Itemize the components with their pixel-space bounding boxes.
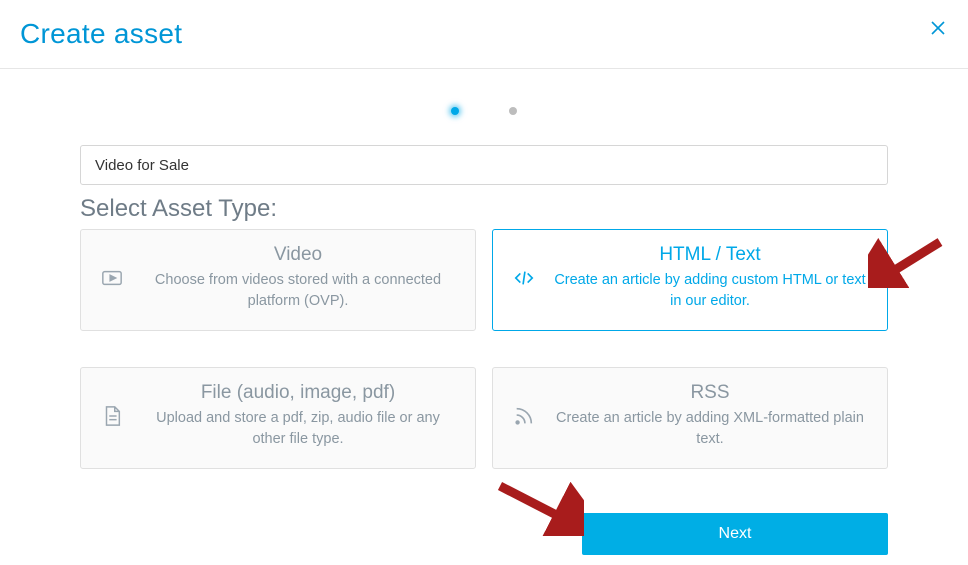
type-desc: Create an article by adding custom HTML …	[551, 270, 869, 312]
type-title: File (audio, image, pdf)	[139, 382, 457, 404]
section-label: Select Asset Type:	[80, 195, 888, 223]
type-text: RSS Create an article by adding XML-form…	[551, 382, 869, 450]
next-button[interactable]: Next	[582, 513, 888, 555]
rss-icon	[511, 405, 537, 427]
type-desc: Create an article by adding XML-formatte…	[551, 408, 869, 450]
modal-title: Create asset	[20, 18, 182, 50]
code-icon	[511, 267, 537, 289]
type-text: Video Choose from videos stored with a c…	[139, 244, 457, 312]
type-title: HTML / Text	[551, 244, 869, 266]
type-card-rss[interactable]: RSS Create an article by adding XML-form…	[492, 367, 888, 469]
type-text: File (audio, image, pdf) Upload and stor…	[139, 382, 457, 450]
play-video-icon	[99, 267, 125, 289]
asset-type-grid: Video Choose from videos stored with a c…	[80, 229, 888, 469]
main-form: Select Asset Type: Video Choose from vid…	[80, 145, 888, 469]
type-desc: Choose from videos stored with a connect…	[139, 270, 457, 312]
type-title: RSS	[551, 382, 869, 404]
modal-footer: Next	[80, 469, 888, 555]
step-dot-1	[451, 107, 459, 115]
type-text: HTML / Text Create an article by adding …	[551, 244, 869, 312]
step-dot-2	[509, 107, 517, 115]
type-desc: Upload and store a pdf, zip, audio file …	[139, 408, 457, 450]
type-title: Video	[139, 244, 457, 266]
type-card-html[interactable]: HTML / Text Create an article by adding …	[492, 229, 888, 331]
type-card-file[interactable]: File (audio, image, pdf) Upload and stor…	[80, 367, 476, 469]
asset-name-input[interactable]	[80, 145, 888, 185]
close-icon[interactable]	[928, 18, 948, 38]
file-icon	[99, 405, 125, 427]
modal-header: Create asset	[0, 0, 968, 69]
type-card-video[interactable]: Video Choose from videos stored with a c…	[80, 229, 476, 331]
stepper	[0, 69, 968, 145]
